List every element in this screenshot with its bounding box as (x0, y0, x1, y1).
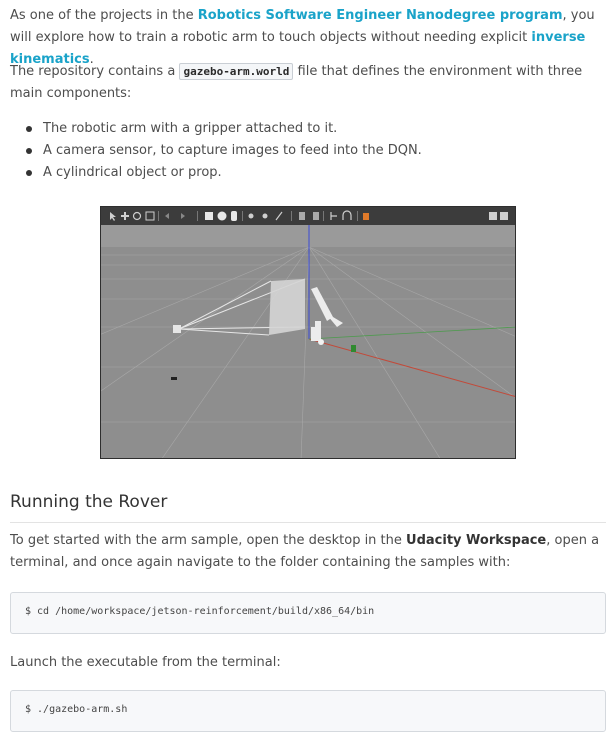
cd-command-block[interactable]: $ cd /home/workspace/jetson-reinforcemen… (10, 592, 606, 634)
repo-paragraph: The repository contains a gazebo-arm.wor… (10, 61, 610, 105)
gazebo-scene (101, 207, 515, 458)
bullet-icon (26, 170, 32, 176)
bullet-icon (26, 126, 32, 132)
components-list: The robotic arm with a gripper attached … (10, 118, 422, 184)
nanodegree-link[interactable]: Robotics Software Engineer Nanodegree pr… (198, 8, 563, 23)
list-item-text: The robotic arm with a gripper attached … (43, 121, 338, 136)
sphere-shape-icon (217, 211, 227, 221)
intro-text-start: As one of the projects in the (10, 8, 198, 23)
run-command-block[interactable]: $ ./gazebo-arm.sh (10, 690, 606, 732)
arm-joint (315, 321, 321, 331)
camera-sensor (173, 325, 181, 333)
list-item: A cylindrical object or prop. (10, 162, 422, 184)
spot-light-icon (262, 213, 268, 219)
gazebo-toolbar (101, 207, 515, 225)
section-title: Running the Rover (10, 492, 168, 512)
camera-view-plane (269, 279, 305, 335)
record-log-icon (500, 212, 508, 220)
cylinder-shape-icon (231, 211, 237, 221)
target-prop (351, 345, 356, 352)
change-view-icon (363, 213, 369, 220)
gazebo-screenshot (100, 206, 516, 459)
section-divider (10, 522, 606, 523)
screenshot-camera-icon (489, 212, 497, 220)
start-text-start: To get started with the arm sample, open… (10, 533, 407, 548)
box-shape-icon (205, 212, 213, 220)
list-item: A camera sensor, to capture images to fe… (10, 140, 422, 162)
point-light-icon (248, 213, 254, 219)
start-paragraph: To get started with the arm sample, open… (10, 530, 610, 574)
list-item-text: A camera sensor, to capture images to fe… (43, 143, 422, 158)
workspace-name: Udacity Workspace (406, 533, 547, 548)
paste-icon (313, 212, 319, 220)
list-item-text: A cylindrical object or prop. (43, 165, 222, 180)
ground-object (171, 377, 177, 380)
world-filename: gazebo-arm.world (179, 63, 294, 80)
bullet-icon (26, 148, 32, 154)
arm-base-cylinder (318, 339, 324, 345)
launch-paragraph: Launch the executable from the terminal: (10, 655, 281, 670)
copy-icon (299, 212, 305, 220)
repo-text-start: The repository contains a (10, 64, 180, 79)
list-item: The robotic arm with a gripper attached … (10, 118, 422, 140)
